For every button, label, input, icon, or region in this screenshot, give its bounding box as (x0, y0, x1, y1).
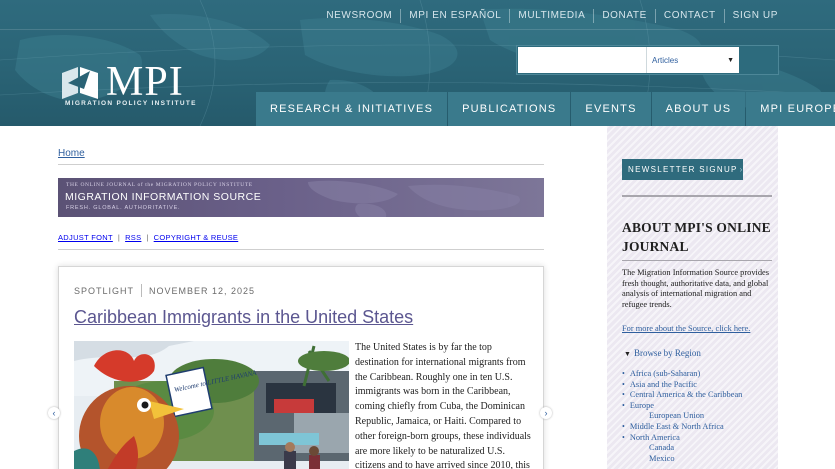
search-input[interactable] (518, 47, 646, 73)
logo-wordmark: MPI (106, 59, 184, 105)
browse-by-region-toggle[interactable]: ▼ Browse by Region (624, 348, 701, 358)
adjust-font-link[interactable]: ADJUST FONT (58, 233, 113, 242)
region-link[interactable]: Mexico (622, 454, 777, 465)
region-link[interactable]: Asia and the Pacific (622, 380, 777, 391)
spotlight-excerpt: The United States is by far the top dest… (355, 342, 531, 469)
carousel-prev-button[interactable]: ‹ (48, 407, 60, 419)
banner-title: MIGRATION INFORMATION SOURCE (65, 191, 262, 203)
spotlight-label: SPOTLIGHT (74, 285, 135, 296)
spotlight-photo[interactable]: Welcome to LITTLE HAVANA (74, 341, 349, 469)
banner-top-line: THE ONLINE JOURNAL of the MIGRATION POLI… (66, 182, 253, 188)
region-link[interactable]: Middle East & North Africa (622, 422, 777, 433)
about-source-link[interactable]: For more about the Source, click here. (622, 324, 774, 333)
region-link[interactable]: Central America & the Caribbean (622, 390, 777, 401)
region-link[interactable]: Africa (sub-Saharan) (622, 369, 777, 380)
caret-down-icon: ▼ (624, 350, 631, 358)
spotlight-date: NOVEMBER 12, 2025 (149, 285, 256, 296)
about-journal-text: The Migration Information Source provide… (622, 268, 769, 309)
divider (58, 164, 544, 165)
main-content: Home THE ONLINE JOURNAL of the MIGRATION… (48, 126, 552, 469)
region-link[interactable]: North America (622, 433, 777, 444)
nav-research-initiatives[interactable]: RESEARCH & INITIATIVES (256, 92, 448, 126)
util-link-donate[interactable]: DONATE (593, 9, 655, 23)
little-havana-photo: Welcome to LITTLE HAVANA (74, 341, 349, 469)
journal-sidebar: NEWSLETTER SIGNUP › ABOUT MPI'S ONLINE JO… (607, 126, 778, 469)
separator: | (146, 233, 149, 242)
util-link-multimedia[interactable]: MULTIMEDIA (509, 9, 593, 23)
region-link[interactable]: Europe (622, 401, 777, 412)
region-link[interactable]: European Union (622, 411, 777, 422)
search-type-value: Articles (652, 55, 679, 65)
banner-tagline: FRESH. GLOBAL. AUTHORITATIVE. (66, 205, 181, 211)
newsletter-signup-button[interactable]: NEWSLETTER SIGNUP › (622, 159, 743, 180)
site-header: NEWSROOM MPI EN ESPAÑOL MULTIMEDIA DONAT… (0, 0, 835, 126)
nav-publications[interactable]: PUBLICATIONS (448, 92, 571, 126)
separator: | (117, 233, 121, 242)
spotlight-title[interactable]: Caribbean Immigrants in the United State… (74, 307, 413, 328)
mpi-logo[interactable]: MPI MIGRATION POLICY INSTITUTE (60, 59, 220, 113)
caret-down-icon: ▼ (727, 56, 734, 64)
carousel-next-button[interactable]: › (540, 407, 552, 419)
utility-nav: NEWSROOM MPI EN ESPAÑOL MULTIMEDIA DONAT… (318, 9, 778, 23)
util-link-sign-up[interactable]: SIGN UP (723, 9, 778, 23)
logo-book-icon (62, 67, 98, 99)
spotlight-meta: SPOTLIGHT NOVEMBER 12, 2025 (74, 284, 255, 297)
utility-divider-line (0, 29, 835, 30)
util-link-contact[interactable]: CONTACT (654, 9, 724, 23)
logo-subtitle: MIGRATION POLICY INSTITUTE (65, 100, 197, 107)
search-bar: Articles ▼ (516, 45, 779, 75)
spotlight-card: SPOTLIGHT NOVEMBER 12, 2025 Caribbean Im… (58, 266, 544, 469)
meta-divider (141, 284, 143, 297)
nav-events[interactable]: EVENTS (571, 92, 651, 126)
sidebar-divider (622, 260, 772, 261)
rss-link[interactable]: RSS (125, 233, 141, 242)
nav-about-us[interactable]: ABOUT US (651, 92, 746, 126)
browse-by-region-label: Browse by Region (633, 348, 701, 358)
search-type-select[interactable]: Articles ▼ (646, 47, 739, 73)
article-tools: ADJUST FONT | RSS | COPYRIGHT & REUSE (58, 233, 238, 242)
chevron-right-icon: › (544, 408, 548, 418)
newsletter-signup-label: NEWSLETTER SIGNUP (628, 165, 738, 174)
region-list: Africa (sub-Saharan)Asia and the Pacific… (622, 369, 777, 464)
region-link[interactable]: Canada (622, 443, 777, 454)
util-link-mpi-en-espanol[interactable]: MPI EN ESPAÑOL (400, 9, 509, 23)
util-link-newsroom[interactable]: NEWSROOM (318, 9, 400, 23)
chevron-left-icon: ‹ (52, 408, 56, 418)
sidebar-divider (622, 195, 772, 197)
nav-mpi-europe[interactable]: MPI EUROPE (746, 92, 835, 126)
chevron-right-icon: › (739, 165, 744, 174)
main-nav: RESEARCH & INITIATIVES PUBLICATIONS EVEN… (256, 92, 835, 126)
migration-information-source-banner[interactable]: THE ONLINE JOURNAL of the MIGRATION POLI… (58, 178, 544, 217)
divider (58, 249, 544, 250)
about-journal-heading: ABOUT MPI'S ONLINE JOURNAL (622, 220, 771, 254)
breadcrumb-home[interactable]: Home (58, 148, 85, 159)
copyright-reuse-link[interactable]: COPYRIGHT & REUSE (154, 233, 239, 242)
